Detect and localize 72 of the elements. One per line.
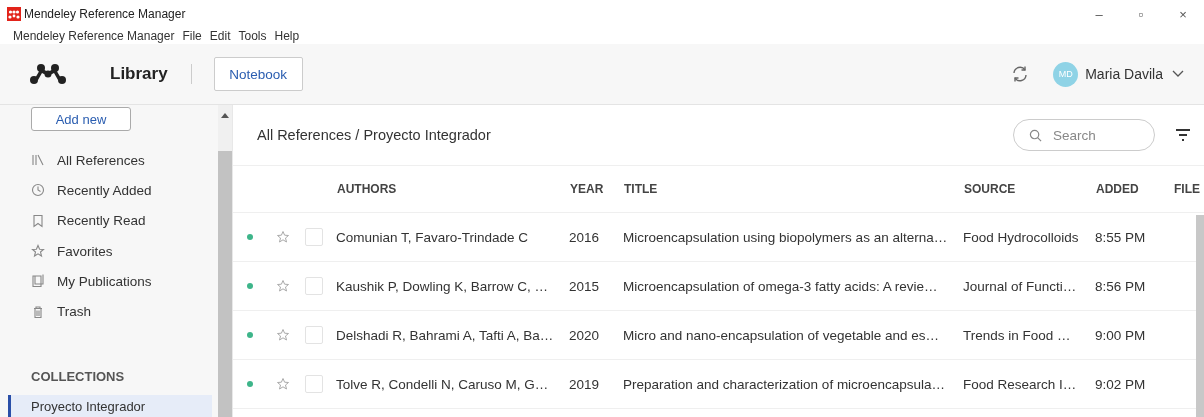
bookmark-icon (31, 213, 45, 228)
table-cell-text: Comunian T, Favaro-Trindade C (335, 229, 530, 245)
scroll-up-arrow-icon[interactable] (221, 113, 229, 118)
star-icon[interactable] (276, 230, 290, 244)
table-cell-text: 8:56 PM (1094, 278, 1147, 294)
table-cell-text: 9:00 PM (1094, 327, 1147, 343)
sync-icon[interactable] (1011, 65, 1030, 83)
menu-item[interactable]: Help (274, 29, 300, 43)
window-control[interactable]: – (1078, 6, 1120, 22)
sidebar-scrollbar[interactable] (218, 105, 232, 417)
search-field[interactable]: Search (1013, 119, 1155, 151)
column-header[interactable]: AUTHORS (329, 182, 562, 196)
row-checkbox[interactable] (305, 375, 323, 393)
add-new-button[interactable]: Add new (31, 107, 131, 131)
logo-icon (30, 63, 66, 85)
table-cell-text: Micro and nano-encapsulation of vegetable and es… (622, 327, 940, 343)
clock-icon (31, 183, 45, 198)
sidebar-item[interactable]: Recently Added (0, 175, 218, 206)
window-title: Mendeley Reference Manager (24, 7, 186, 21)
table-cell-text: Delshadi R, Bahrami A, Tafti A, Ba… (335, 327, 555, 343)
table-cell-text: Preparation and characterization of microencapsula… (622, 376, 946, 392)
table-cell-text: 2016 (568, 229, 601, 245)
menu-item[interactable]: Edit (209, 29, 231, 43)
table-cell-text: Trends in Food … (962, 327, 1072, 343)
user-name[interactable]: Maria Davila (1085, 66, 1163, 82)
menu-item[interactable]: Mendeley Reference Manager (13, 29, 175, 43)
app-logo-icon (7, 7, 21, 21)
star-icon[interactable] (276, 279, 290, 293)
table-cell-text: Microencapsulation using biopolymers as an alterna… (622, 229, 949, 245)
table-cell-text: Microencapsulation of omega-3 fatty acids: A revie… (622, 278, 939, 294)
collections-heading: COLLECTIONS (30, 368, 126, 386)
column-header[interactable]: ADDED (1088, 182, 1166, 196)
menu-item[interactable]: Tools (238, 29, 267, 43)
section-title: Library (110, 64, 168, 84)
table-cell-text: 2015 (568, 278, 601, 294)
star-icon (31, 244, 45, 259)
column-header[interactable]: YEAR (562, 182, 616, 196)
trash-icon (31, 304, 45, 319)
window-control[interactable]: ▫ (1120, 6, 1162, 22)
row-checkbox[interactable] (305, 228, 323, 246)
table-cell-text: 2019 (568, 376, 601, 392)
star-icon[interactable] (276, 328, 290, 342)
window-control[interactable]: × (1162, 6, 1204, 22)
notebook-button[interactable]: Notebook (213, 57, 303, 91)
pages-icon (31, 274, 45, 289)
star-icon[interactable] (276, 377, 290, 391)
table-cell-text: Food Hydrocolloids (962, 229, 1080, 245)
sidebar-item[interactable]: My Publications (0, 266, 218, 297)
column-header[interactable]: FILE (1166, 182, 1204, 196)
table-cell-text: 9:02 PM (1094, 376, 1147, 392)
sidebar-item[interactable]: All References (0, 145, 218, 176)
sidebar-item[interactable]: Trash (0, 296, 218, 327)
library-icon (31, 153, 45, 168)
row-checkbox[interactable] (305, 326, 323, 344)
table-cell-text: Tolve R, Condelli N, Caruso M, G… (335, 376, 550, 392)
search-icon (1029, 129, 1042, 142)
table-cell-text: Journal of Functi… (962, 278, 1078, 294)
table-cell-text: 8:55 PM (1094, 229, 1147, 245)
table-cell-text: Kaushik P, Dowling K, Barrow C, … (335, 278, 550, 294)
breadcrumb: All References / Proyecto Integrador (257, 127, 491, 143)
sidebar-item[interactable]: Favorites (0, 235, 218, 267)
chevron-down-icon[interactable] (1172, 70, 1184, 78)
menu-item[interactable]: File (182, 29, 202, 43)
collection-item[interactable]: Proyecto Integrador (8, 394, 212, 417)
table-cell-text: Food Research I… (962, 376, 1078, 392)
sidebar-item[interactable]: Recently Read (0, 205, 218, 236)
filter-icon[interactable] (1175, 129, 1191, 141)
row-checkbox[interactable] (305, 277, 323, 295)
table-cell-text: 2020 (568, 327, 601, 343)
table-scrollbar[interactable] (1196, 215, 1204, 417)
column-header[interactable]: SOURCE (956, 182, 1088, 196)
column-header[interactable]: TITLE (616, 182, 956, 196)
